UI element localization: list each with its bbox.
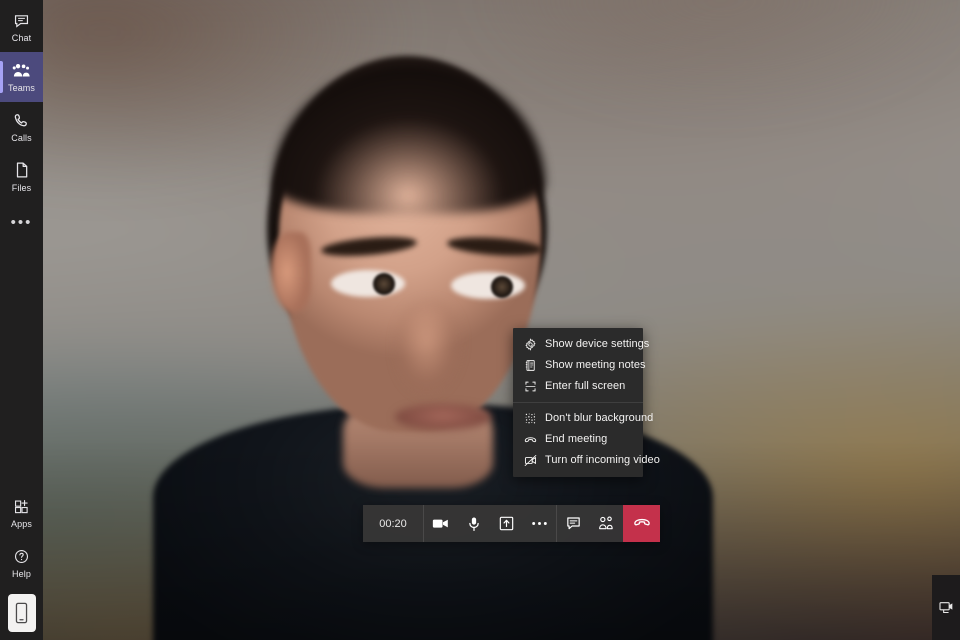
camera-toggle-button[interactable] [424, 505, 457, 542]
video-off-icon [524, 454, 537, 467]
more-options-context-menu[interactable]: Show device settings Show meeting notes [513, 328, 660, 477]
chat-icon [13, 10, 30, 30]
sidebar-item-calls-label: Calls [11, 133, 32, 143]
person-mouth [395, 404, 491, 430]
teams-meeting-window: Chat Teams Calls Files ••• Apps Help Sho… [0, 0, 960, 640]
hangup-button[interactable] [623, 505, 660, 542]
menu-item-show-meeting-notes-label: Show meeting notes [545, 359, 646, 371]
menu-item-end-meeting-label: End meeting [545, 433, 608, 445]
people-icon [598, 516, 615, 531]
files-icon [14, 160, 30, 180]
participant-video-person [43, 0, 960, 640]
sidebar-item-files-label: Files [11, 183, 32, 193]
sidebar-item-calls[interactable]: Calls [0, 102, 43, 152]
apps-icon [13, 496, 30, 516]
menu-item-end-meeting[interactable]: End meeting [513, 429, 643, 450]
microphone-icon [468, 516, 480, 532]
call-timer: 00:20 [363, 505, 424, 542]
menu-item-enter-full-screen[interactable]: Enter full screen [513, 376, 643, 397]
teams-icon [12, 60, 31, 80]
meeting-control-bar: 00:20 [363, 505, 660, 542]
context-menu-group-2: Don't blur background End meeting Turn o… [513, 407, 660, 472]
app-rail-bottom: Apps Help [0, 488, 43, 640]
sidebar-item-files[interactable]: Files [0, 152, 43, 202]
person-iris-right [491, 276, 513, 298]
app-rail-top: Chat Teams Calls Files ••• [0, 0, 43, 242]
share-screen-icon [499, 516, 514, 531]
notes-icon [524, 359, 537, 372]
person-ear [271, 232, 311, 312]
menu-item-show-device-settings[interactable]: Show device settings [513, 334, 649, 355]
pip-panel[interactable] [932, 575, 960, 640]
calls-icon [13, 110, 30, 130]
sidebar-item-help[interactable]: Help [0, 538, 43, 588]
menu-item-dont-blur-background-label: Don't blur background [545, 412, 654, 424]
sidebar-more-apps-button[interactable]: ••• [0, 202, 43, 242]
share-screen-button[interactable] [490, 505, 523, 542]
menu-item-dont-blur-background[interactable]: Don't blur background [513, 408, 653, 429]
video-camera-icon [432, 517, 449, 530]
person-nose [395, 300, 465, 400]
person-iris-left [373, 273, 395, 295]
mobile-device-icon[interactable] [7, 594, 36, 632]
sidebar-item-help-label: Help [12, 569, 31, 579]
hangup-phone-icon [524, 433, 537, 446]
app-rail: Chat Teams Calls Files ••• Apps Help [0, 0, 43, 640]
sidebar-item-teams[interactable]: Teams [0, 52, 43, 102]
sidebar-item-apps[interactable]: Apps [0, 488, 43, 538]
hangup-phone-icon [633, 515, 651, 533]
sidebar-item-apps-label: Apps [11, 519, 32, 529]
person-hair-front [273, 64, 545, 214]
help-icon [13, 546, 30, 566]
person-eye-right [451, 272, 525, 299]
gear-icon [524, 338, 537, 351]
show-participants-button[interactable] [590, 505, 623, 542]
fullscreen-icon [524, 380, 537, 393]
show-conversation-button[interactable] [557, 505, 590, 542]
menu-item-turn-off-incoming-video-label: Turn off incoming video [545, 454, 660, 466]
more-options-button[interactable] [523, 505, 556, 542]
sidebar-item-teams-label: Teams [7, 83, 35, 93]
menu-item-show-device-settings-label: Show device settings [545, 338, 650, 350]
context-menu-group-1: Show device settings Show meeting notes [513, 333, 649, 398]
menu-item-enter-full-screen-label: Enter full screen [545, 380, 626, 392]
menu-item-turn-off-incoming-video[interactable]: Turn off incoming video [513, 450, 660, 471]
chat-bubble-icon [566, 516, 581, 531]
context-menu-separator [513, 402, 643, 403]
more-options-icon [531, 521, 548, 526]
video-stage[interactable] [43, 0, 960, 640]
blur-icon [524, 412, 537, 425]
menu-item-show-meeting-notes[interactable]: Show meeting notes [513, 355, 646, 376]
sidebar-item-chat[interactable]: Chat [0, 2, 43, 52]
video-screen-icon [938, 601, 954, 615]
microphone-toggle-button[interactable] [457, 505, 490, 542]
sidebar-item-chat-label: Chat [11, 33, 32, 43]
